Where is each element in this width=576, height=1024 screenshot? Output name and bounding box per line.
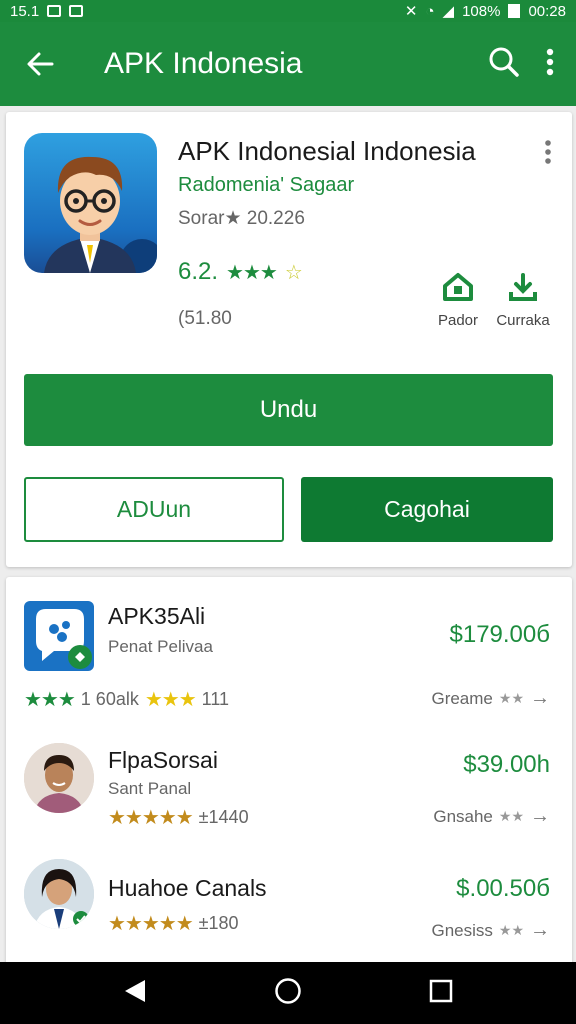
app-more-button[interactable] xyxy=(544,140,552,169)
nav-home-button[interactable] xyxy=(274,977,302,1010)
install-button[interactable]: Undu xyxy=(24,374,553,446)
sync-icon: ◔ xyxy=(425,2,435,20)
half-star-icon: ☆ xyxy=(284,261,303,284)
genre-label: Gnesiss xyxy=(431,920,493,940)
image-notification-icon xyxy=(69,5,84,17)
chat-app-icon xyxy=(24,601,94,671)
action-curraka[interactable]: Curraka xyxy=(491,272,555,329)
status-clock: 00:28 xyxy=(528,2,566,20)
chevron-right-icon: → xyxy=(530,687,550,709)
status-bar: 15.1 ✕ ◔ ◢ 108% 00:28 xyxy=(0,0,576,22)
more-vertical-icon xyxy=(546,48,554,75)
search-button[interactable] xyxy=(488,46,520,83)
list-item-price: $.00.50б xyxy=(456,875,550,902)
rating-stars: ★★★★★ xyxy=(108,807,194,829)
rating-stars: ★★★ xyxy=(24,689,76,711)
action-pador-label: Pador xyxy=(437,312,479,329)
system-nav-bar xyxy=(0,962,576,1024)
app-bar-title: APK Indonesia xyxy=(104,47,303,80)
list-item-name: APK35Ali xyxy=(108,603,206,629)
action-curraka-label: Curraka xyxy=(496,312,550,329)
list-item-name: FlpaSorsai xyxy=(108,747,218,773)
recents-square-icon xyxy=(429,979,452,1002)
battery-icon xyxy=(508,4,521,18)
small-stars-icon: ★★ xyxy=(498,690,524,706)
avatar xyxy=(24,859,94,929)
app-meta: Sorar★ 20.226 xyxy=(178,208,305,229)
small-stars-icon: ★★ xyxy=(498,808,524,824)
rating-count: 111 xyxy=(201,689,230,709)
chevron-right-icon: → xyxy=(530,919,550,941)
list-item-genre[interactable]: Gnesiss ★★ → xyxy=(431,919,550,942)
list-item-rating: ★★★★★ ±1440 xyxy=(108,805,249,830)
app-detail-card: APK Indonesial Indonesia Radomenia' Saga… xyxy=(6,112,572,567)
download-icon xyxy=(509,273,537,301)
list-item-rating: ★★★★★ ±180 xyxy=(108,911,239,936)
list-item[interactable]: FlpaSorsai Sant Panal $39.00h ★★★★★ ±144… xyxy=(6,727,572,842)
battery-percent: 108% xyxy=(462,2,501,20)
related-apps-list: APK35Ali Penat Pelivaa $179.00б ★★★ 1 60… xyxy=(6,577,572,967)
more-vertical-icon xyxy=(545,140,551,164)
app-icon xyxy=(24,133,157,273)
avatar xyxy=(24,743,94,813)
secondary-button[interactable]: ADUun xyxy=(24,477,284,542)
list-item-price: $39.00h xyxy=(463,751,550,778)
developer-link[interactable]: Radomenia' Sagaar xyxy=(178,174,354,197)
list-item-price: $179.00б xyxy=(449,621,551,648)
action-pador[interactable]: Pador xyxy=(426,272,490,329)
status-time: 15.1 xyxy=(10,2,40,20)
list-item[interactable]: APK35Ali Penat Pelivaa $179.00б ★★★ 1 60… xyxy=(6,577,572,712)
nav-back-button[interactable] xyxy=(123,978,147,1009)
list-item[interactable]: Huahoe Canals $.00.50б ★★★★★ ±180 Gnesis… xyxy=(6,847,572,967)
back-button[interactable] xyxy=(0,49,80,79)
rating-count: ±180 xyxy=(198,913,239,933)
open-button[interactable]: Cagohai xyxy=(301,477,553,542)
rating-count: ±1440 xyxy=(198,807,249,827)
back-triangle-icon xyxy=(125,979,146,1002)
list-item-genre[interactable]: Greame ★★ → xyxy=(431,687,550,710)
rating-text: 1 60alk xyxy=(80,689,139,709)
list-item-rating: ★★★ 1 60alk ★★★ 111 xyxy=(24,687,229,712)
search-icon xyxy=(489,47,519,77)
rating-value: 6.2. xyxy=(178,258,219,285)
overflow-menu-button[interactable] xyxy=(546,48,554,81)
app-title: APK Indonesial Indonesia xyxy=(178,136,476,166)
back-arrow-icon xyxy=(27,52,54,76)
nav-recents-button[interactable] xyxy=(429,979,453,1008)
app-rating: 6.2. ★★★ ☆ xyxy=(178,258,303,286)
genre-label: Gnsahe xyxy=(433,806,493,826)
signal-icon: ◢ xyxy=(442,3,455,20)
rating-stars: ★★★★★ xyxy=(108,913,194,935)
list-item-subtitle: Sant Panal xyxy=(108,779,192,798)
list-item-subtitle: Penat Pelivaa xyxy=(108,637,213,656)
app-bar: APK Indonesia xyxy=(0,22,576,106)
mute-icon: ✕ xyxy=(404,3,418,20)
chevron-right-icon: → xyxy=(530,805,550,827)
notification-icon xyxy=(47,5,62,17)
list-item-genre[interactable]: Gnsahe ★★ → xyxy=(433,805,550,828)
genre-label: Greame xyxy=(431,688,493,708)
home-icon xyxy=(443,273,473,301)
list-item-name: Huahoe Canals xyxy=(108,875,267,901)
review-count: (51.80 xyxy=(178,308,232,329)
small-stars-icon: ★★ xyxy=(498,922,524,938)
home-circle-icon xyxy=(275,977,301,1004)
rating-stars: ★★★ xyxy=(226,261,278,284)
rating-stars-secondary: ★★★ xyxy=(144,689,197,711)
